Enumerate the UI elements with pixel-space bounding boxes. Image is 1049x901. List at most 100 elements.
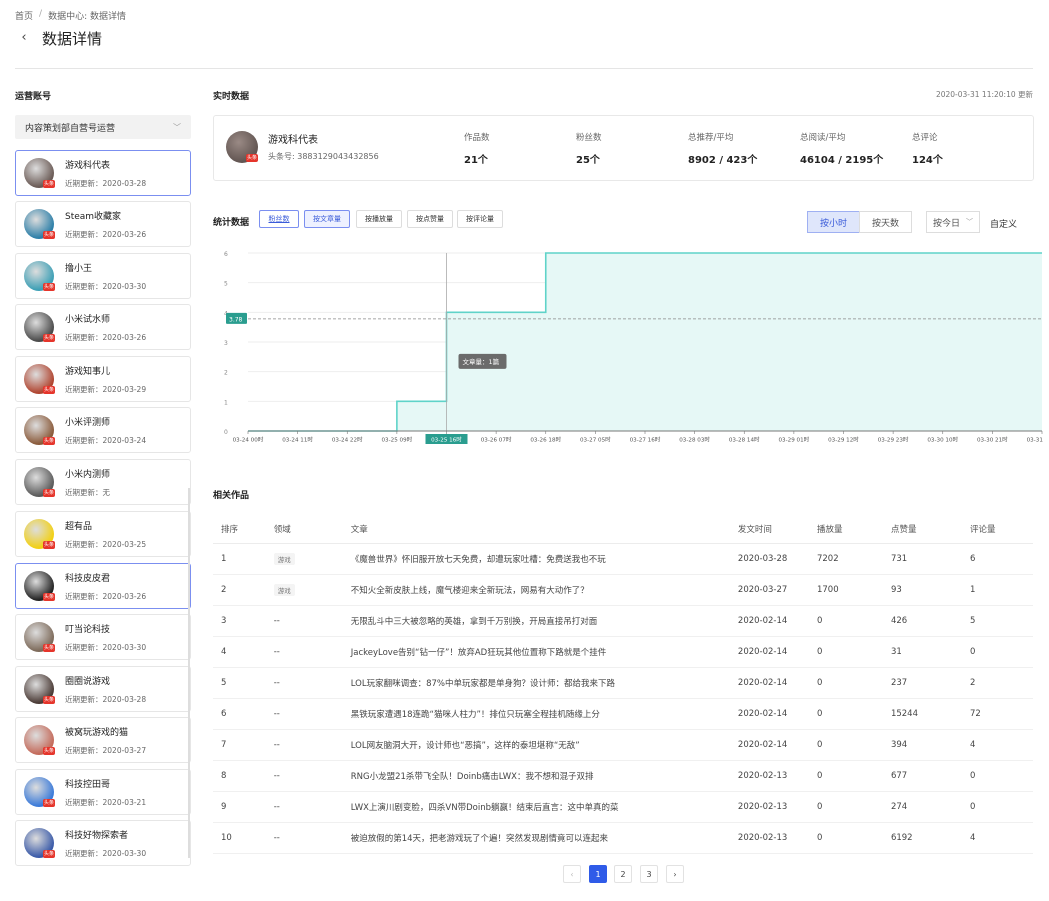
metric-articles[interactable]: 按文章量 bbox=[304, 210, 350, 228]
table-cell: 0 bbox=[808, 822, 883, 854]
x-tick-label: 03-29 23时 bbox=[878, 436, 909, 444]
metric-fans[interactable]: 粉丝数 bbox=[259, 210, 299, 228]
article-title-link[interactable]: 《魔兽世界》怀旧服开放七天免费，却遭玩家吐槽：免费送我也不玩 bbox=[342, 543, 730, 575]
x-tick-label: 03-25 16时 bbox=[431, 436, 462, 444]
x-tick-label: 03-31 08时 bbox=[1027, 436, 1045, 444]
table-row[interactable]: 4 -- JackeyLove告别“钻一仔”！放弃AD狂玩其他位置称下路就是个挂件 2… bbox=[213, 636, 1033, 668]
table-cell: -- bbox=[265, 822, 343, 854]
breadcrumb-separator: / bbox=[39, 9, 43, 19]
account-id: 头条号: 3883129043432856 bbox=[268, 152, 379, 161]
table-row[interactable]: 5 -- LOL玩家翻咪调查：87%中单玩家都是单身狗？设计师：都给我来下路 2020… bbox=[213, 667, 1033, 699]
range-select[interactable]: 按今日 ﹀ bbox=[926, 211, 980, 233]
article-title-link[interactable]: JackeyLove告别“钻一仔”！放弃AD狂玩其他位置称下路就是个挂件 bbox=[342, 636, 730, 668]
account-item[interactable]: 头条 科技控田哥 近期更新：2020-03-21 bbox=[15, 769, 191, 815]
page-1-button[interactable]: 1 bbox=[589, 865, 607, 883]
account-item[interactable]: 头条 游戏科代表 近期更新：2020-03-28 bbox=[15, 150, 191, 196]
article-title-link[interactable]: RNG小龙盟21杀带飞全队！Doinb痛击LWX：我不想和混子双排 bbox=[342, 760, 730, 792]
table-cell: 237 bbox=[882, 667, 962, 699]
table-cell: 2020-02-14 bbox=[729, 729, 809, 761]
account-name: 小米内测师 bbox=[65, 470, 111, 480]
prev-page-button[interactable]: ‹ bbox=[563, 865, 581, 883]
article-title-link[interactable]: LOL网友脑洞大开，设计师也“恶搞”，这样的泰坦堪称“无敌” bbox=[342, 729, 730, 761]
article-title-link[interactable]: LWX上演川剧变脸，四杀VN带Doinb躺赢！结束后直言：这中单真的菜 bbox=[342, 791, 730, 823]
account-update-date: 近期更新：2020-03-26 bbox=[65, 230, 147, 239]
account-name: 游戏知事儿 bbox=[65, 367, 111, 377]
table-cell: 2 bbox=[213, 574, 266, 606]
toggle-by-day[interactable]: 按天数 bbox=[859, 211, 912, 233]
table-cell: 31 bbox=[882, 636, 962, 668]
table-row[interactable]: 7 -- LOL网友脑洞大开，设计师也“恶搞”，这样的泰坦堪称“无敌” 2020-02… bbox=[213, 729, 1033, 761]
table-cell: 0 bbox=[808, 698, 883, 730]
metric-comments[interactable]: 按评论量 bbox=[457, 210, 503, 228]
back-arrow-icon[interactable]: ‹ bbox=[15, 29, 33, 45]
table-cell: 394 bbox=[882, 729, 962, 761]
table-row[interactable]: 8 -- RNG小龙盟21杀带飞全队！Doinb痛击LWX：我不想和混子双排 2020… bbox=[213, 760, 1033, 792]
table-row[interactable]: 2 游戏 不知火全新皮肤上线，魔气楼迎来全新玩法，网易有大动作了？ 2020-03-2… bbox=[213, 574, 1033, 606]
account-name: 科技好物探索者 bbox=[65, 831, 129, 841]
account-item[interactable]: 头条 超有品 近期更新：2020-03-25 bbox=[15, 511, 191, 557]
toutiao-badge: 头条 bbox=[43, 386, 55, 394]
column-header: 领域 bbox=[265, 515, 343, 544]
account-item[interactable]: 头条 科技好物探索者 近期更新：2020-03-30 bbox=[15, 820, 191, 866]
table-cell: 2020-02-14 bbox=[729, 698, 809, 730]
table-row[interactable]: 10 -- 被迫放假的第14天，把老游戏玩了个遍！突然发现剧情竟可以连起来 2020-… bbox=[213, 822, 1033, 854]
y-tick-label: 6 bbox=[224, 251, 228, 258]
metric-likes[interactable]: 按点赞量 bbox=[407, 210, 453, 228]
related-works-table: 排序 领域 文章 发文时间 播放量 点赞量 评论量 1 游戏 《魔兽世界》怀旧服开放七天免费，却… bbox=[213, 515, 1033, 854]
account-item[interactable]: 头条 小米评测师 近期更新：2020-03-24 bbox=[15, 407, 191, 453]
article-title-link[interactable]: LOL玩家翻咪调查：87%中单玩家都是单身狗？设计师：都给我来下路 bbox=[342, 667, 730, 699]
account-item[interactable]: 头条 小米内测师 近期更新：无 bbox=[15, 459, 191, 505]
table-row[interactable]: 6 -- 黑铁玩家遭遇18连跪“猫咪人柱力”！排位只玩塞全程挂机随缘上分 2020-0… bbox=[213, 698, 1033, 730]
department-select[interactable]: 内容策划部自营号运营 ﹀ bbox=[15, 115, 191, 139]
table-cell: 7202 bbox=[808, 543, 883, 575]
table-row[interactable]: 1 游戏 《魔兽世界》怀旧服开放七天免费，却遭玩家吐槽：免费送我也不玩 2020-03… bbox=[213, 543, 1033, 575]
range-select-value: 按今日 bbox=[933, 218, 961, 229]
account-list-scrollbar[interactable] bbox=[188, 488, 190, 858]
article-title-link[interactable]: 被迫放假的第14天，把老游戏玩了个遍！突然发现剧情竟可以连起来 bbox=[342, 822, 730, 854]
article-title-link[interactable]: 无限乱斗中三大被忽略的英雄，拿到千万别换，开局直接吊打对面 bbox=[342, 605, 730, 637]
update-timestamp: 2020-03-31 11:20:10 更新 bbox=[935, 90, 1033, 99]
table-cell: 677 bbox=[882, 760, 962, 792]
domain-cell: 游戏 bbox=[265, 574, 343, 606]
account-name: 小米评测师 bbox=[65, 418, 111, 428]
account-item[interactable]: 头条 科技皮皮君 近期更新：2020-03-26 bbox=[15, 563, 191, 609]
table-row[interactable]: 3 -- 无限乱斗中三大被忽略的英雄，拿到千万别换，开局直接吊打对面 2020-02-… bbox=[213, 605, 1033, 637]
table-row[interactable]: 9 -- LWX上演川剧变脸，四杀VN带Doinb躺赢！结束后直言：这中单真的菜 20… bbox=[213, 791, 1033, 823]
account-item[interactable]: 头条 小米试水师 近期更新：2020-03-26 bbox=[15, 304, 191, 350]
article-title-link[interactable]: 不知火全新皮肤上线，魔气楼迎来全新玩法，网易有大动作了？ bbox=[342, 574, 730, 606]
table-cell: -- bbox=[265, 791, 343, 823]
toutiao-badge: 头条 bbox=[43, 180, 55, 188]
column-header: 点赞量 bbox=[882, 515, 962, 544]
table-cell: 4 bbox=[962, 822, 1033, 854]
toutiao-badge: 头条 bbox=[43, 799, 55, 807]
breadcrumb-home[interactable]: 首页 bbox=[15, 9, 33, 22]
account-item[interactable]: 头条 撸小王 近期更新：2020-03-30 bbox=[15, 253, 191, 299]
x-tick-label: 03-30 10时 bbox=[927, 436, 958, 444]
account-item[interactable]: 头条 被窝玩游戏的猫 近期更新：2020-03-27 bbox=[15, 717, 191, 763]
next-page-button[interactable]: › bbox=[666, 865, 684, 883]
toutiao-badge: 头条 bbox=[43, 747, 55, 755]
column-header: 排序 bbox=[213, 515, 266, 544]
table-cell: 0 bbox=[808, 605, 883, 637]
accounts-section-label: 运营账号 bbox=[15, 92, 52, 102]
y-tick-label: 2 bbox=[224, 370, 228, 377]
table-cell: 1 bbox=[962, 574, 1033, 606]
table-cell: 2020-02-13 bbox=[729, 822, 809, 854]
stats-section-label: 统计数据 bbox=[213, 218, 250, 228]
article-title-link[interactable]: 黑铁玩家遭遇18连跪“猫咪人柱力”！排位只玩塞全程挂机随缘上分 bbox=[342, 698, 730, 730]
account-item[interactable]: 头条 游戏知事儿 近期更新：2020-03-29 bbox=[15, 356, 191, 402]
x-tick-label: 03-25 09时 bbox=[382, 436, 413, 444]
account-item[interactable]: 头条 叮当论科技 近期更新：2020-03-30 bbox=[15, 614, 191, 660]
metric-plays[interactable]: 按播放量 bbox=[356, 210, 402, 228]
account-item[interactable]: 头条 圈圈说游戏 近期更新：2020-03-28 bbox=[15, 666, 191, 712]
account-item[interactable]: 头条 Steam收藏家 近期更新：2020-03-26 bbox=[15, 201, 191, 247]
table-cell: 0 bbox=[808, 636, 883, 668]
toggle-by-hour[interactable]: 按小时 bbox=[807, 211, 860, 233]
related-works-label: 相关作品 bbox=[213, 491, 250, 501]
page-2-button[interactable]: 2 bbox=[614, 865, 632, 883]
table-cell: 6 bbox=[962, 543, 1033, 575]
x-tick-label: 03-27 05时 bbox=[580, 436, 611, 444]
header-divider bbox=[15, 68, 1033, 69]
page-3-button[interactable]: 3 bbox=[640, 865, 658, 883]
custom-range-link[interactable]: 自定义 bbox=[990, 217, 1017, 230]
